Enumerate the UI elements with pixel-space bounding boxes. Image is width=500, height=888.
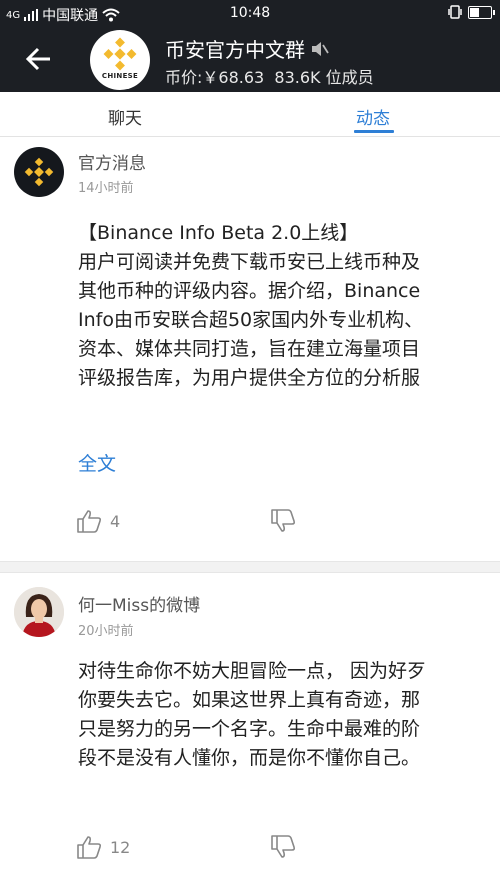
post-line: 段不是没有人懂你，而是你不懂你自己。	[78, 747, 421, 769]
post-line: 用户可阅读并免费下载币安已上线币种及	[78, 251, 421, 273]
tab-bar: 聊天 动态	[0, 92, 500, 137]
group-subtitle: 币价:￥68.63 83.6K 位成员	[165, 64, 374, 88]
like-count: 12	[110, 837, 131, 857]
post-line: 评级报告库，为用户提供全方位的分析服	[78, 367, 421, 389]
member-count: 83.6K 位成员	[274, 68, 374, 87]
group-avatar[interactable]: CHINESE	[90, 30, 150, 90]
author-avatar[interactable]	[14, 147, 64, 197]
thumbs-down-icon	[271, 835, 296, 858]
post-line: 只是努力的另一个名字。生命中最难的阶	[78, 718, 421, 740]
muted-speaker-icon	[312, 41, 329, 56]
back-arrow-icon[interactable]	[22, 42, 56, 76]
tab-feed[interactable]: 动态	[356, 104, 390, 129]
status-bar: 4G 中国联通 10:48	[0, 0, 500, 28]
dislike-button[interactable]	[270, 835, 296, 863]
binance-logo-icon	[24, 157, 54, 187]
post-line: 【Binance Info Beta 2.0上线】	[78, 222, 359, 244]
thumbs-up-icon	[77, 510, 102, 533]
thumbs-down-icon	[271, 509, 296, 532]
tab-chat[interactable]: 聊天	[108, 104, 142, 129]
person-photo-icon	[14, 587, 64, 637]
status-time: 10:48	[229, 5, 271, 21]
feed-post: 何一Miss的微博 20小时前 对待生命你不妨大胆冒险一点， 因为好歹 你要失去…	[0, 573, 500, 888]
like-button[interactable]: 12	[76, 835, 130, 859]
post-line: Info由币安联合超50家国内外专业机构、	[78, 309, 424, 331]
like-button[interactable]: 4	[76, 509, 120, 533]
post-line: 对待生命你不妨大胆冒险一点， 因为好歹	[78, 660, 427, 682]
chat-header: CHINESE 币安官方中文群 币价:￥68.63 83.6K 位成员	[0, 28, 500, 92]
feed-post: 官方消息 14小时前 【Binance Info Beta 2.0上线】 用户可…	[0, 137, 500, 561]
author-name[interactable]: 何一Miss的微博	[78, 591, 200, 616]
dislike-button[interactable]	[270, 509, 296, 537]
author-name[interactable]: 官方消息	[78, 149, 146, 174]
binance-logo-icon	[103, 37, 137, 71]
post-time: 20小时前	[78, 624, 134, 639]
post-line: 你要失去它。如果这世界上真有奇迹，那	[78, 689, 421, 711]
post-body: 【Binance Info Beta 2.0上线】 用户可阅读并免费下载币安已上…	[78, 219, 498, 393]
price-value: ￥68.63	[202, 68, 265, 87]
read-more-link[interactable]: 全文	[78, 449, 116, 476]
active-tab-indicator	[354, 130, 394, 133]
status-right	[448, 5, 495, 19]
price-label: 币价:	[165, 68, 203, 87]
avatar-caption: CHINESE	[101, 72, 139, 80]
post-line: 其他币种的评级内容。据介绍，Binance	[78, 280, 421, 302]
post-line: 资本、媒体共同打造，旨在建立海量项目	[78, 338, 421, 360]
post-body: 对待生命你不妨大胆冒险一点， 因为好歹 你要失去它。如果这世界上真有奇迹，那 只…	[78, 657, 498, 773]
like-count: 4	[110, 511, 121, 531]
thumbs-up-icon	[77, 836, 102, 859]
group-title[interactable]: 币安官方中文群	[165, 34, 329, 63]
post-divider	[0, 561, 500, 573]
group-name: 币安官方中文群	[165, 38, 305, 62]
vibrate-icon	[448, 5, 462, 19]
post-time: 14小时前	[78, 181, 134, 196]
author-avatar[interactable]	[14, 587, 64, 637]
battery-icon	[468, 5, 495, 19]
